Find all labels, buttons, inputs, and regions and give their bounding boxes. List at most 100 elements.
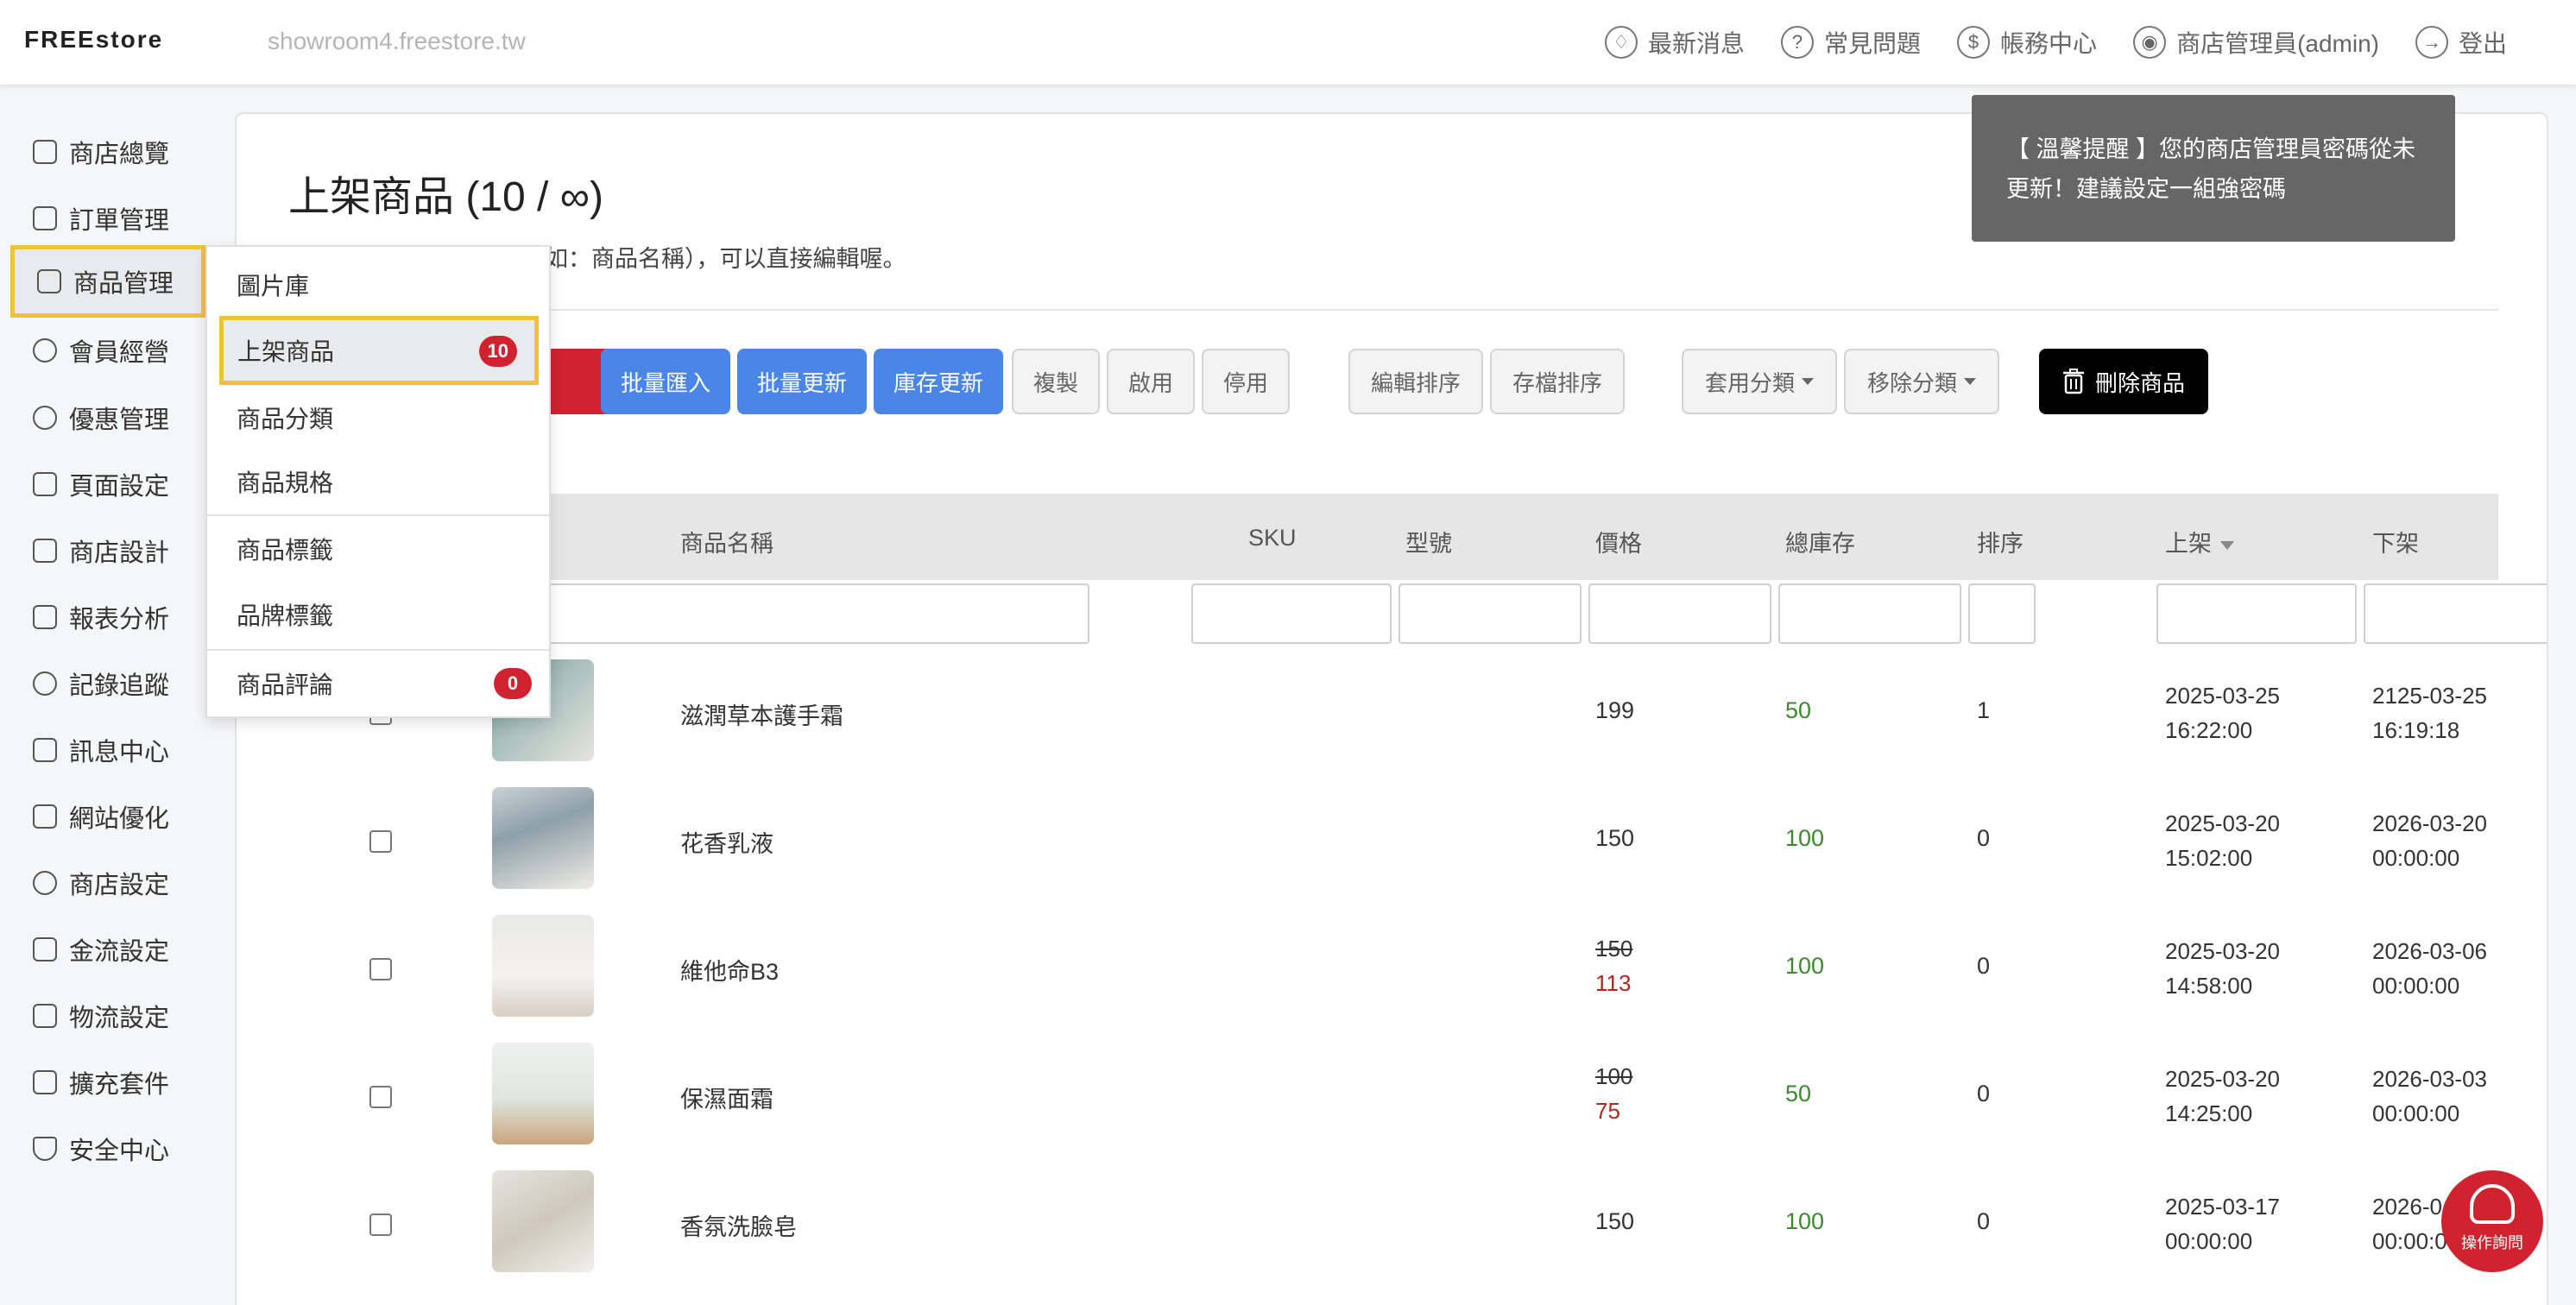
- product-stock[interactable]: 100: [1785, 825, 1824, 852]
- row-checkbox[interactable]: [369, 958, 392, 980]
- submenu-item-brand-tags[interactable]: 品牌標籤: [207, 583, 549, 646]
- bulk-update-button[interactable]: 批量更新: [737, 349, 867, 414]
- off-shelf-datetime[interactable]: 2125-03-25 16:19:18: [2372, 678, 2498, 747]
- product-stock[interactable]: 100: [1785, 1208, 1824, 1235]
- sidebar-item-security[interactable]: 安全中心: [10, 1118, 205, 1180]
- news-link[interactable]: ♢ 最新消息: [1605, 19, 1745, 66]
- row-checkbox[interactable]: [369, 830, 392, 853]
- filter-price-input[interactable]: [1588, 583, 1771, 644]
- product-sort[interactable]: 0: [1977, 953, 1990, 980]
- sidebar-item-logs[interactable]: 記錄追蹤: [10, 652, 205, 715]
- sidebar-item-logistics[interactable]: 物流設定: [10, 985, 205, 1047]
- sidebar-item-design[interactable]: 商店設計: [10, 520, 205, 582]
- bulk-import-button[interactable]: 批量匯入: [601, 349, 730, 414]
- product-price[interactable]: 150: [1595, 825, 1634, 852]
- product-name[interactable]: 花香乳液: [680, 825, 773, 859]
- product-stock[interactable]: 50: [1785, 1081, 1811, 1107]
- on-shelf-datetime[interactable]: 2025-03-25 16:22:00: [2165, 678, 2280, 747]
- table-row[interactable]: 保濕面霜 100 75 50 0 2025-03-20 14:25:00 2026…: [288, 1032, 2498, 1160]
- col-header-stock[interactable]: 總庫存: [1785, 525, 1855, 558]
- on-shelf-datetime[interactable]: 2025-03-20 14:58:00: [2165, 934, 2280, 1003]
- logout-link[interactable]: → 登出: [2415, 19, 2507, 66]
- product-name[interactable]: 保濕面霜: [680, 1081, 773, 1114]
- disable-button[interactable]: 停用: [1202, 349, 1290, 414]
- off-shelf-datetime[interactable]: 2026-03-03 00:00:00: [2372, 1062, 2498, 1131]
- submenu-item-image-library[interactable]: 圖片庫: [207, 254, 549, 316]
- sidebar-item-overview[interactable]: 商店總覽: [10, 121, 205, 183]
- product-original-price[interactable]: 150: [1595, 936, 1632, 962]
- sidebar-item-extensions[interactable]: 擴充套件: [10, 1051, 205, 1113]
- save-sort-button[interactable]: 存檔排序: [1490, 349, 1625, 414]
- product-sort[interactable]: 1: [1977, 697, 1990, 724]
- remove-category-dropdown[interactable]: 移除分類: [1844, 349, 1999, 414]
- product-original-price[interactable]: 100: [1595, 1063, 1632, 1090]
- col-header-price[interactable]: 價格: [1595, 525, 1642, 558]
- sidebar-item-messages[interactable]: 訊息中心: [10, 719, 205, 781]
- password-reminder-toast[interactable]: 【 溫馨提醒 】您的商店管理員密碼從未更新！建議設定一組強密碼: [1972, 95, 2455, 242]
- col-header-sort[interactable]: 排序: [1977, 525, 2024, 558]
- product-stock[interactable]: 50: [1785, 697, 1811, 724]
- filter-sort-input[interactable]: [1968, 583, 2036, 644]
- sidebar-item-seo[interactable]: 網站優化: [10, 785, 205, 848]
- on-shelf-datetime[interactable]: 2025-03-17 00:00:00: [2165, 1189, 2280, 1258]
- product-name[interactable]: 滋潤草本護手霜: [680, 697, 843, 731]
- on-shelf-datetime[interactable]: 2025-03-20 14:25:00: [2165, 1062, 2280, 1131]
- faq-link[interactable]: ? 常見問題: [1781, 19, 1921, 66]
- admin-account-link[interactable]: ◉ 商店管理員(admin): [2133, 19, 2379, 66]
- col-header-on-shelf[interactable]: 上架: [2165, 525, 2234, 558]
- sidebar-item-promotions[interactable]: 優惠管理: [10, 387, 205, 449]
- freestore-logo[interactable]: FREEstore: [24, 26, 163, 54]
- sidebar-item-pages[interactable]: 頁面設定: [10, 453, 205, 515]
- stock-update-button[interactable]: 庫存更新: [874, 349, 1003, 414]
- product-sort[interactable]: 0: [1977, 1208, 1990, 1235]
- submenu-item-listed-products[interactable]: 上架商品 10: [219, 316, 539, 385]
- product-sale-price[interactable]: 113: [1595, 970, 1631, 997]
- filter-stock-input[interactable]: [1778, 583, 1961, 644]
- col-header-model[interactable]: 型號: [1405, 525, 1452, 558]
- product-price[interactable]: 150: [1595, 1208, 1634, 1235]
- sidebar-item-reports[interactable]: 報表分析: [10, 586, 205, 648]
- apply-category-dropdown[interactable]: 套用分類: [1682, 349, 1837, 414]
- product-stock[interactable]: 100: [1785, 953, 1824, 980]
- help-chat-button[interactable]: 操作詢問: [2441, 1170, 2543, 1272]
- table-row[interactable]: 維他命B3 150 113 100 0 2025-03-20 14:58:00 2…: [288, 905, 2498, 1032]
- sidebar-item-orders[interactable]: 訂單管理: [10, 187, 205, 249]
- filter-on-shelf-input[interactable]: [2156, 583, 2357, 644]
- submenu-item-specs[interactable]: 商品規格: [207, 451, 549, 513]
- sidebar-item-members[interactable]: 會員經營: [10, 319, 205, 381]
- sidebar-item-products[interactable]: 商品管理: [10, 245, 205, 318]
- submenu-item-reviews[interactable]: 商品評論 0: [207, 652, 549, 715]
- filter-off-shelf-input[interactable]: [2364, 583, 2547, 644]
- off-shelf-datetime[interactable]: 2026-03-20 00:00:00: [2372, 806, 2498, 875]
- filter-name-input[interactable]: [525, 583, 1089, 644]
- filter-model-input[interactable]: [1398, 583, 1582, 644]
- table-row[interactable]: 花香乳液 150 100 0 2025-03-20 15:02:00 2026-0…: [288, 777, 2498, 905]
- sidebar-item-payment[interactable]: 金流設定: [10, 918, 205, 980]
- enable-button[interactable]: 啟用: [1107, 349, 1195, 414]
- product-sort[interactable]: 0: [1977, 1081, 1990, 1107]
- copy-button[interactable]: 複製: [1012, 349, 1100, 414]
- discount-icon: [33, 406, 57, 430]
- col-header-off-shelf[interactable]: 下架: [2372, 525, 2419, 558]
- submenu-item-tags[interactable]: 商品標籤: [207, 518, 549, 580]
- billing-link[interactable]: $ 帳務中心: [1957, 19, 2097, 66]
- bulk-update-label: 批量更新: [756, 369, 847, 396]
- on-shelf-datetime[interactable]: 2025-03-20 15:02:00: [2165, 806, 2280, 875]
- col-header-name[interactable]: 商品名稱: [680, 525, 773, 558]
- product-name[interactable]: 維他命B3: [680, 953, 779, 987]
- row-checkbox[interactable]: [369, 1214, 392, 1236]
- submenu-item-categories[interactable]: 商品分類: [207, 387, 549, 449]
- filter-sku-input[interactable]: [1191, 583, 1392, 644]
- edit-sort-button[interactable]: 編輯排序: [1348, 349, 1483, 414]
- product-price[interactable]: 199: [1595, 697, 1634, 724]
- off-shelf-datetime[interactable]: 2026-03-06 00:00:00: [2372, 934, 2498, 1003]
- table-row[interactable]: 香氛洗臉皂 150 100 0 2025-03-17 00:00:00 2026-…: [288, 1160, 2498, 1288]
- row-checkbox[interactable]: [369, 1086, 392, 1108]
- product-sale-price[interactable]: 75: [1595, 1098, 1620, 1125]
- product-sort[interactable]: 0: [1977, 825, 1990, 852]
- table-row[interactable]: 滋潤草本護手霜 199 50 1 2025-03-25 16:22:00 2125…: [288, 649, 2498, 777]
- product-name[interactable]: 香氛洗臉皂: [680, 1208, 797, 1242]
- sidebar-item-store-settings[interactable]: 商店設定: [10, 852, 205, 914]
- col-header-sku[interactable]: SKU: [1248, 525, 1297, 552]
- delete-products-button[interactable]: 刪除商品: [2039, 349, 2208, 414]
